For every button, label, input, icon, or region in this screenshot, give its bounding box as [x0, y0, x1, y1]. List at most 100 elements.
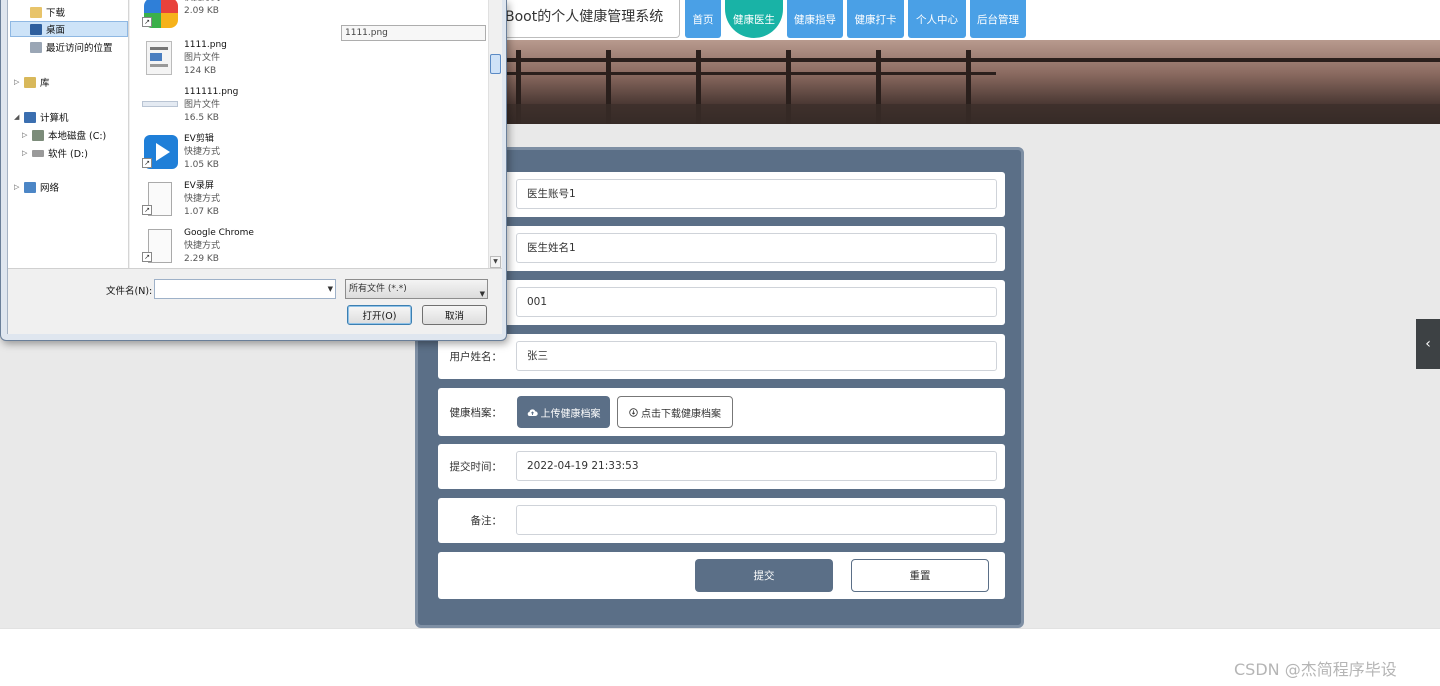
ev-editor-icon: ↗ — [142, 133, 178, 169]
file-size: 2.09 KB — [184, 6, 219, 16]
scroll-thumb[interactable] — [490, 54, 501, 74]
nav-admin[interactable]: 后台管理 — [970, 0, 1026, 38]
file-type: 图片文件 — [184, 53, 221, 63]
file-item[interactable]: ↗ EV录屏 快捷方式 1.07 KB — [142, 180, 220, 226]
nav-network[interactable]: ▷ 网络 — [14, 179, 59, 195]
file-size: 1.05 KB — [184, 160, 219, 170]
download-label: 点击下载健康档案 — [641, 408, 721, 420]
file-item[interactable]: 111111.png 图片文件 16.5 KB — [142, 86, 238, 132]
nav-computer[interactable]: ◢ 计算机 — [14, 109, 69, 125]
image-file-icon — [142, 86, 178, 122]
file-name: EV剪辑 — [184, 134, 214, 144]
upload-label: 上传健康档案 — [540, 408, 601, 420]
drive-icon — [32, 149, 44, 157]
nav-health-checkin[interactable]: 健康打卡 — [847, 0, 904, 38]
recent-places-icon — [30, 41, 42, 53]
expand-arrow-icon[interactable]: ▷ — [22, 131, 28, 139]
file-name: 1111.png — [184, 40, 227, 50]
shortcut-file-icon: ↗ — [142, 180, 178, 216]
nav-network-label: 网络 — [40, 183, 60, 194]
file-type-select[interactable]: 所有文件 (*.*) ▼ — [345, 279, 488, 299]
file-size: 1.07 KB — [184, 207, 219, 217]
health-file-label: 健康档案： — [449, 406, 503, 419]
file-size: 124 KB — [184, 66, 217, 76]
download-icon — [629, 407, 638, 417]
expand-arrow-icon[interactable]: ▷ — [22, 149, 28, 157]
file-type: 图片文件 — [184, 100, 221, 110]
collapse-arrow-icon[interactable]: ◢ — [14, 113, 20, 121]
nav-desktop[interactable]: 桌面 — [10, 21, 128, 37]
nav-drive-c[interactable]: ▷ 本地磁盘 (C:) — [22, 127, 106, 143]
file-item[interactable]: ↗ 快捷方式 2.09 KB — [142, 0, 220, 38]
form-row-doctor-account: 医生账号1 — [438, 172, 1005, 217]
file-type-value: 所有文件 (*.*) — [349, 284, 407, 294]
upload-health-file-button[interactable]: 上传健康档案 — [517, 396, 610, 428]
file-type: 快捷方式 — [184, 194, 221, 204]
file-type: 快捷方式 — [184, 147, 221, 157]
remark-field[interactable] — [516, 505, 997, 535]
file-type: 快捷方式 — [184, 241, 221, 251]
form-row-health-file: 健康档案： 上传健康档案 点击下载健康档案 — [438, 388, 1005, 436]
nav-downloads-label: 下载 — [46, 8, 66, 19]
site-title: Boot的个人健康管理系统 — [496, 0, 680, 38]
folder-icon — [30, 6, 42, 18]
user-name-label: 用户姓名： — [449, 351, 503, 363]
nav-drive-d[interactable]: ▷ 软件 (D:) — [22, 145, 88, 161]
image-file-icon — [142, 39, 178, 75]
preview-filename: 1111.png — [341, 25, 486, 41]
cancel-button[interactable]: 取消 — [422, 305, 487, 325]
file-item[interactable]: 1111.png 图片文件 124 KB — [142, 39, 227, 85]
file-name: EV录屏 — [184, 181, 214, 191]
file-name: 111111.png — [184, 87, 239, 97]
desktop-icon — [30, 23, 42, 35]
nav-recent[interactable]: 最近访问的位置 — [30, 39, 113, 55]
file-list-scrollbar[interactable]: ▼ — [488, 0, 502, 268]
form-row-submit-time: 提交时间： 2022-04-19 21:33:53 — [438, 444, 1005, 489]
nav-drive-d-label: 软件 (D:) — [48, 149, 88, 160]
open-button[interactable]: 打开(O) — [347, 305, 412, 325]
file-name: Google Chrome — [184, 228, 254, 238]
expand-arrow-icon[interactable]: ▷ — [14, 183, 20, 191]
dropdown-arrow-icon[interactable]: ▼ — [328, 285, 333, 293]
nav-downloads[interactable]: 下载 — [30, 4, 65, 20]
nav-libraries[interactable]: ▷ 库 — [14, 74, 50, 90]
submit-button[interactable]: 提交 — [695, 559, 833, 592]
nav-recent-label: 最近访问的位置 — [46, 43, 113, 54]
filename-input[interactable]: ▼ — [154, 279, 336, 299]
user-name-field[interactable]: 张三 — [516, 341, 997, 371]
nav-health-guide[interactable]: 健康指导 — [787, 0, 843, 38]
file-open-dialog: 下载 桌面 最近访问的位置 ▷ 库 ◢ 计算机 ▷ 本地磁盘 (C:) ▷ 软件… — [0, 0, 507, 341]
user-account-field[interactable]: 001 — [516, 287, 997, 317]
dropdown-arrow-icon: ▼ — [479, 290, 485, 298]
doctor-account-field[interactable]: 医生账号1 — [516, 179, 997, 209]
computer-icon — [24, 111, 36, 123]
nav-home[interactable]: 首页 — [685, 0, 721, 38]
nav-computer-label: 计算机 — [40, 113, 69, 124]
drive-icon — [32, 129, 44, 141]
scroll-down-icon[interactable]: ▼ — [490, 256, 501, 268]
network-icon — [24, 181, 36, 193]
form-row-remark: 备注： — [438, 498, 1005, 543]
form-row-doctor-name: 医生姓名1 — [438, 226, 1005, 271]
library-icon — [24, 76, 36, 88]
doctor-name-field[interactable]: 医生姓名1 — [516, 233, 997, 263]
nav-personal-center[interactable]: 个人中心 — [908, 0, 966, 38]
nav-health-doctor[interactable]: 健康医生 — [725, 0, 783, 38]
dialog-navigation-pane: 下载 桌面 最近访问的位置 ▷ 库 ◢ 计算机 ▷ 本地磁盘 (C:) ▷ 软件… — [8, 0, 129, 268]
cloud-upload-icon — [527, 408, 538, 416]
download-health-file-button[interactable]: 点击下载健康档案 — [617, 396, 733, 428]
form-row-user-name: 用户姓名： 张三 — [438, 334, 1005, 379]
expand-arrow-icon[interactable]: ▷ — [14, 78, 20, 86]
dialog-footer: 文件名(N): ▼ 所有文件 (*.*) ▼ 打开(O) 取消 — [8, 268, 502, 334]
submit-time-field[interactable]: 2022-04-19 21:33:53 — [516, 451, 997, 481]
side-panel-toggle[interactable]: ‹ — [1416, 319, 1440, 369]
banner-image — [496, 40, 1440, 124]
file-item[interactable]: ↗ Google Chrome 快捷方式 2.29 KB — [142, 227, 254, 273]
nav-libraries-label: 库 — [40, 78, 50, 89]
file-size: 16.5 KB — [184, 113, 219, 123]
file-item[interactable]: ↗ EV剪辑 快捷方式 1.05 KB — [142, 133, 220, 179]
reset-button[interactable]: 重置 — [851, 559, 989, 592]
main-nav: 首页 健康医生 健康指导 健康打卡 个人中心 后台管理 — [685, 0, 1026, 38]
filename-label: 文件名(N): — [106, 286, 153, 297]
dialog-body: 下载 桌面 最近访问的位置 ▷ 库 ◢ 计算机 ▷ 本地磁盘 (C:) ▷ 软件… — [7, 0, 502, 334]
